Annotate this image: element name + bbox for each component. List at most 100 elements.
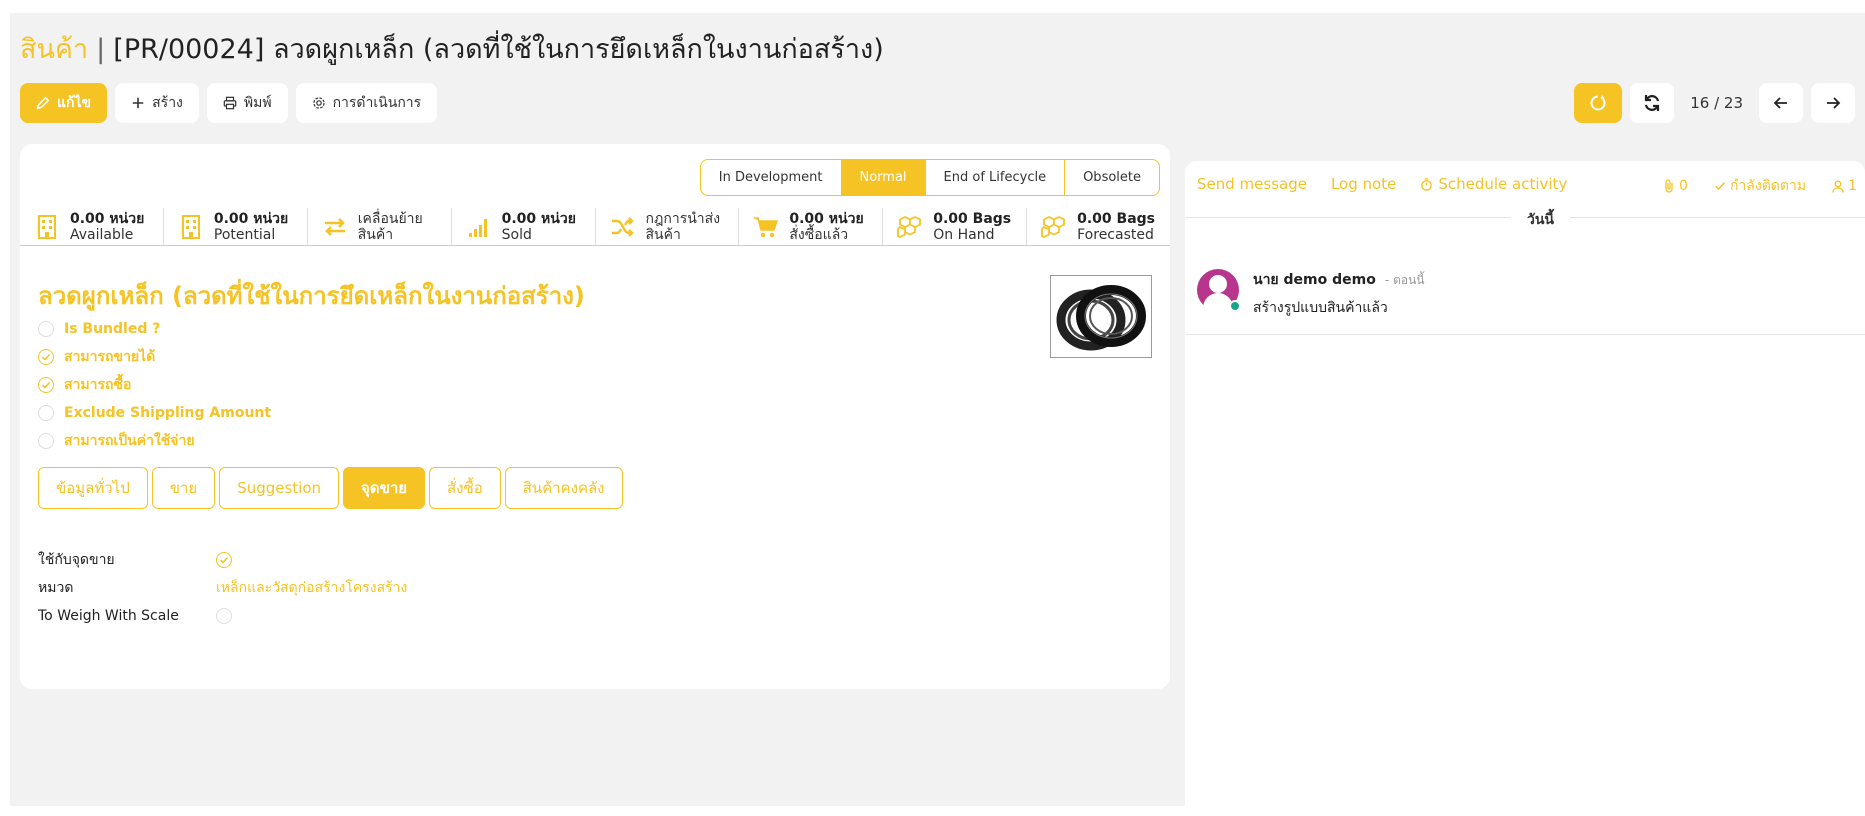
send-message-button[interactable]: Send message <box>1197 175 1307 193</box>
smart-buttons: 0.00 หน่วย Available 0.00 หน่วย Potential … <box>20 208 1170 246</box>
stat-label: Forecasted <box>1077 226 1154 243</box>
check-icon <box>1714 181 1726 191</box>
create-button[interactable]: สร้าง <box>115 83 199 123</box>
create-button-label: สร้าง <box>152 95 183 111</box>
signal-bars-icon <box>468 218 487 237</box>
option-label: สามารถเป็นค่าใช้จ่าย <box>64 433 195 449</box>
tab-suggestion[interactable]: Suggestion <box>219 467 340 509</box>
message-body: สร้างรูปแบบสินค้าแล้ว <box>1253 300 1388 316</box>
date-label: วันนี้ <box>1511 209 1571 231</box>
product-form-sheet: In Development Normal End of Lifecycle O… <box>20 144 1170 689</box>
option-label: Exclude Shippling Amount <box>64 405 272 421</box>
option-is-bundled[interactable]: Is Bundled ? <box>38 315 271 343</box>
field-pos-category: หมวด เหล็กและวัสดุก่อสร้างโครงสร้าง <box>38 574 407 602</box>
stat-label: สินค้า <box>645 226 681 243</box>
option-can-be-expensed[interactable]: สามารถเป็นค่าใช้จ่าย <box>38 427 271 455</box>
field-label: To Weigh With Scale <box>38 608 179 624</box>
option-exclude-shipping[interactable]: Exclude Shippling Amount <box>38 399 271 427</box>
schedule-activity-button[interactable]: Schedule activity <box>1420 175 1567 193</box>
option-can-be-purchased[interactable]: สามารถซื้อ <box>38 371 271 399</box>
stat-value: 0.00 หน่วย <box>213 210 289 227</box>
printer-icon <box>223 96 237 110</box>
stat-value: เคลื่อนย้าย <box>357 210 423 227</box>
edit-button[interactable]: แก้ไข <box>20 83 108 123</box>
wire-coil-image <box>1056 285 1146 351</box>
stat-value: 0.00 Bags <box>933 210 1012 227</box>
paperclip-icon <box>1665 179 1673 193</box>
chatter-counters: 0 กำลังติดตาม 1 <box>1663 175 1857 197</box>
refresh-button[interactable] <box>1630 83 1675 123</box>
option-label: สามารถขายได้ <box>64 349 156 365</box>
message-author[interactable]: นาย demo demo <box>1253 272 1376 288</box>
stat-value: 0.00 หน่วย <box>501 210 576 227</box>
refresh-icon <box>1645 95 1660 111</box>
stage-end-of-lifecycle[interactable]: End of Lifecycle <box>924 160 1065 195</box>
option-can-be-sold[interactable]: สามารถขายได้ <box>38 343 271 371</box>
tab-inventory[interactable]: สินค้าคงคลัง <box>504 467 623 509</box>
stat-forecasted[interactable]: 0.00 Bags Forecasted <box>1027 208 1170 245</box>
previous-record-button[interactable] <box>1759 83 1803 123</box>
stat-label: Available <box>70 226 134 243</box>
building-icon <box>181 214 200 239</box>
app-window: สินค้า | [PR/00024] ลวดผูกเหล็ก (ลวดที่ใ… <box>10 13 1865 806</box>
option-label: สามารถซื้อ <box>64 377 132 393</box>
tab-sales[interactable]: ขาย <box>151 467 216 509</box>
sync-button[interactable] <box>1574 83 1623 123</box>
stat-value: 0.00 Bags <box>1077 210 1156 227</box>
breadcrumb: สินค้า | [PR/00024] ลวดผูกเหล็ก (ลวดที่ใ… <box>20 27 884 70</box>
stat-label: Potential <box>213 226 276 243</box>
unchecked-circle-icon[interactable] <box>38 321 54 337</box>
unchecked-circle-icon[interactable] <box>216 608 232 624</box>
stat-available[interactable]: 0.00 หน่วย Available <box>20 208 164 245</box>
next-record-button[interactable] <box>1811 83 1855 123</box>
following-button[interactable]: กำลังติดตาม <box>1714 175 1806 197</box>
lifecycle-statusbar: In Development Normal End of Lifecycle O… <box>699 159 1160 196</box>
product-image[interactable] <box>1050 275 1152 358</box>
tab-point-of-sale[interactable]: จุดขาย <box>343 467 426 509</box>
stat-value: 0.00 หน่วย <box>789 210 864 227</box>
avatar[interactable] <box>1197 269 1241 312</box>
check-circle-icon[interactable] <box>38 349 54 365</box>
log-note-button[interactable]: Log note <box>1331 175 1396 193</box>
print-button[interactable]: พิมพ์ <box>206 83 288 123</box>
attachments-button[interactable]: 0 <box>1663 175 1688 197</box>
field-label: ใช้กับจุดขาย <box>38 552 115 568</box>
followers-button[interactable]: 1 <box>1832 175 1857 197</box>
breadcrumb-root-link[interactable]: สินค้า <box>20 27 88 70</box>
stat-on-hand[interactable]: 0.00 Bags On Hand <box>883 208 1028 245</box>
message-separator <box>1185 334 1865 335</box>
tab-purchase[interactable]: สั่งซื้อ <box>429 467 501 509</box>
followers-count: 1 <box>1848 178 1857 194</box>
sync-icon <box>1590 95 1606 111</box>
action-button[interactable]: การดำเนินการ <box>295 83 438 123</box>
product-options: Is Bundled ? สามารถขายได้ สามารถซื้อ Exc… <box>38 315 271 455</box>
stat-sold[interactable]: 0.00 หน่วย Sold <box>452 208 596 245</box>
stat-label: สินค้า <box>357 226 394 243</box>
field-to-weigh: To Weigh With Scale <box>38 602 407 630</box>
action-button-label: การดำเนินการ <box>332 95 422 111</box>
option-label: Is Bundled ? <box>64 321 161 337</box>
chatter-message: นาย demo demo - ตอนนี้ สร้างรูปแบบสินค้า… <box>1197 269 1424 319</box>
arrow-left-icon <box>1773 97 1787 109</box>
edit-button-label: แก้ไข <box>57 95 92 111</box>
stat-purchased[interactable]: 0.00 หน่วย สั่งซื้อแล้ว <box>739 208 884 245</box>
check-circle-icon[interactable] <box>216 552 232 568</box>
check-circle-icon[interactable] <box>38 377 54 393</box>
stage-normal[interactable]: Normal <box>840 160 925 195</box>
unchecked-circle-icon[interactable] <box>38 433 54 449</box>
tab-general-info[interactable]: ข้อมูลทั่วไป <box>38 467 148 509</box>
stat-label: On Hand <box>933 226 995 243</box>
field-label: หมวด <box>38 580 74 596</box>
unchecked-circle-icon[interactable] <box>38 405 54 421</box>
stat-potential[interactable]: 0.00 หน่วย Potential <box>164 208 308 245</box>
pos-fields: ใช้กับจุดขาย หมวด เหล็กและวัสดุก่อสร้างโ… <box>38 546 407 630</box>
stage-obsolete[interactable]: Obsolete <box>1064 160 1159 195</box>
stat-routing-rules[interactable]: กฎการนำส่ง สินค้า <box>596 208 740 245</box>
stat-label: สั่งซื้อแล้ว <box>789 226 849 243</box>
cart-icon <box>754 216 779 237</box>
shuffle-icon <box>611 216 634 237</box>
stage-in-development[interactable]: In Development <box>701 160 841 195</box>
stat-moves[interactable]: เคลื่อนย้าย สินค้า <box>308 208 452 245</box>
category-link[interactable]: เหล็กและวัสดุก่อสร้างโครงสร้าง <box>216 577 407 599</box>
transfer-arrows-icon <box>324 217 345 236</box>
